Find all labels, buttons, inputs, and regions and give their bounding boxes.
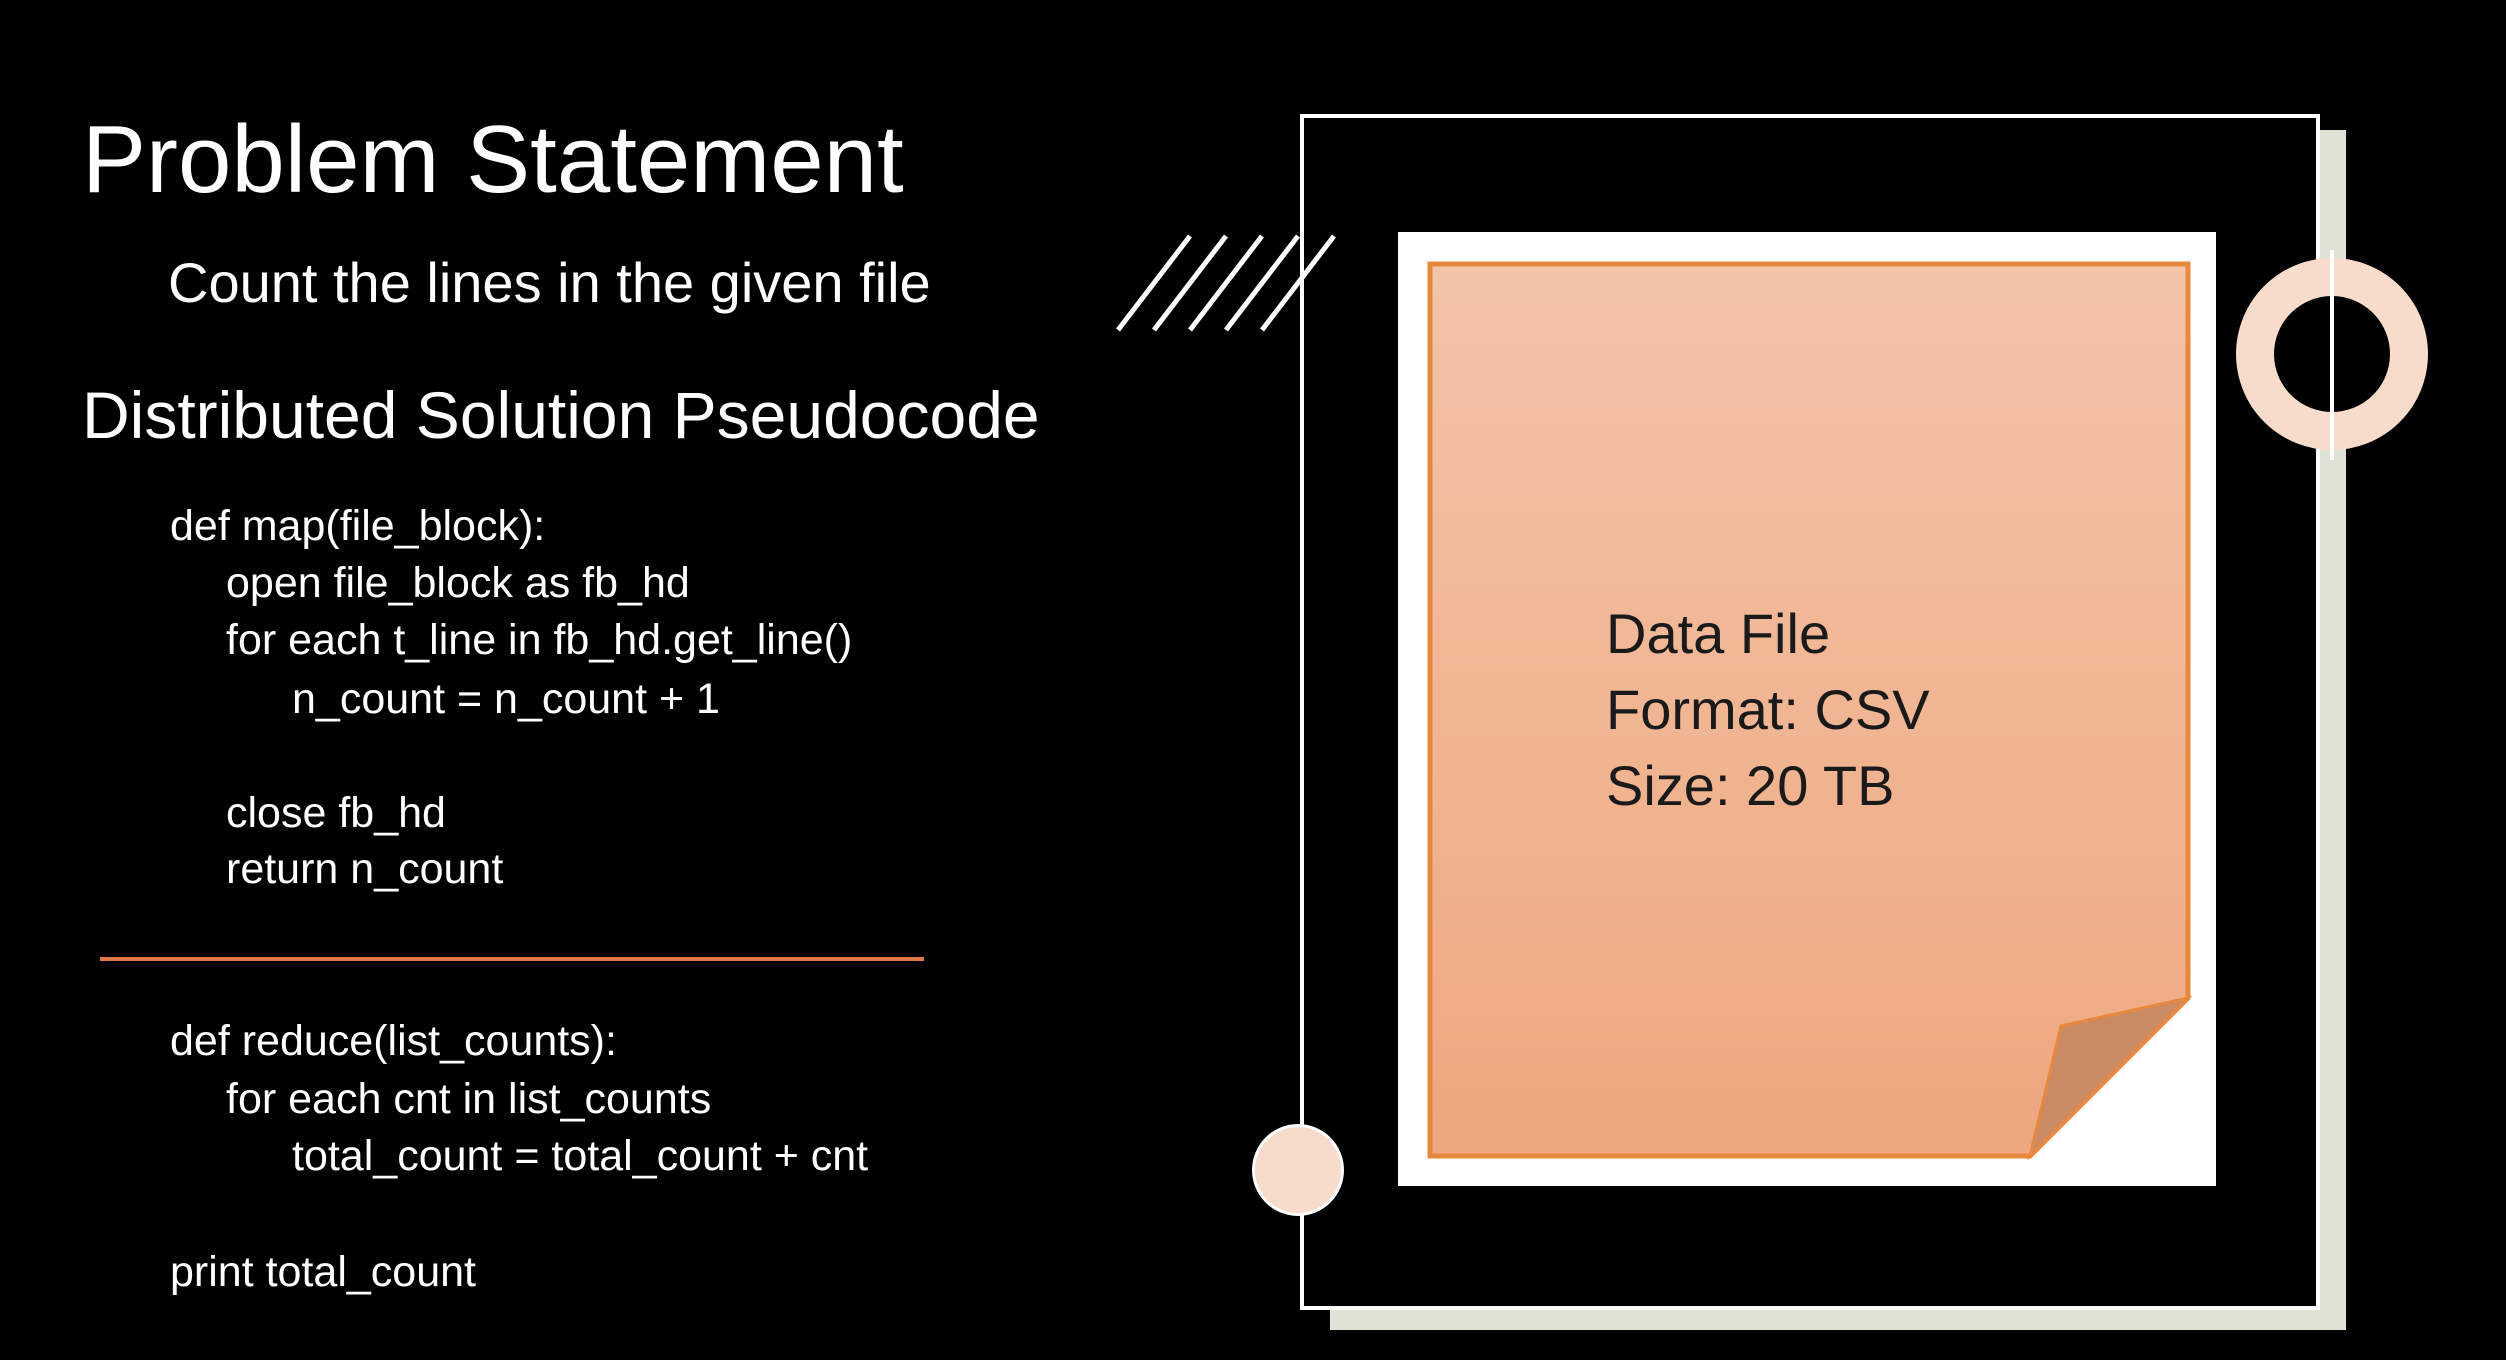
code-line: total_count = total_count + cnt (292, 1132, 869, 1180)
slide-title: Problem Statement (82, 106, 904, 213)
code-line: close fb_hd (226, 789, 446, 837)
file-format-label: Format: CSV (1606, 678, 1930, 741)
code-line: for each cnt in list_counts (226, 1075, 712, 1123)
code-line: def map(file_block): (170, 502, 546, 550)
code-line: n_count = n_count + 1 (292, 675, 720, 723)
hatch-decoration-icon (1116, 234, 1336, 332)
circle-decoration-icon (1252, 1124, 1344, 1216)
problem-description: Count the lines in the given file (168, 251, 931, 314)
code-line: print total_count (170, 1248, 476, 1296)
frame-edge-line (2330, 250, 2334, 460)
data-file-info: Data File Format: CSV Size: 20 TB (1606, 596, 1930, 824)
section-divider (100, 957, 924, 961)
file-name-label: Data File (1606, 602, 1831, 665)
code-line: open file_block as fb_hd (226, 559, 690, 607)
file-size-label: Size: 20 TB (1606, 754, 1895, 817)
code-line: return n_count (226, 845, 504, 893)
pseudocode-heading: Distributed Solution Pseudocode (82, 378, 1040, 452)
code-line: for each t_line in fb_hd.get_line() (226, 616, 853, 664)
code-line: def reduce(list_counts): (170, 1017, 617, 1065)
